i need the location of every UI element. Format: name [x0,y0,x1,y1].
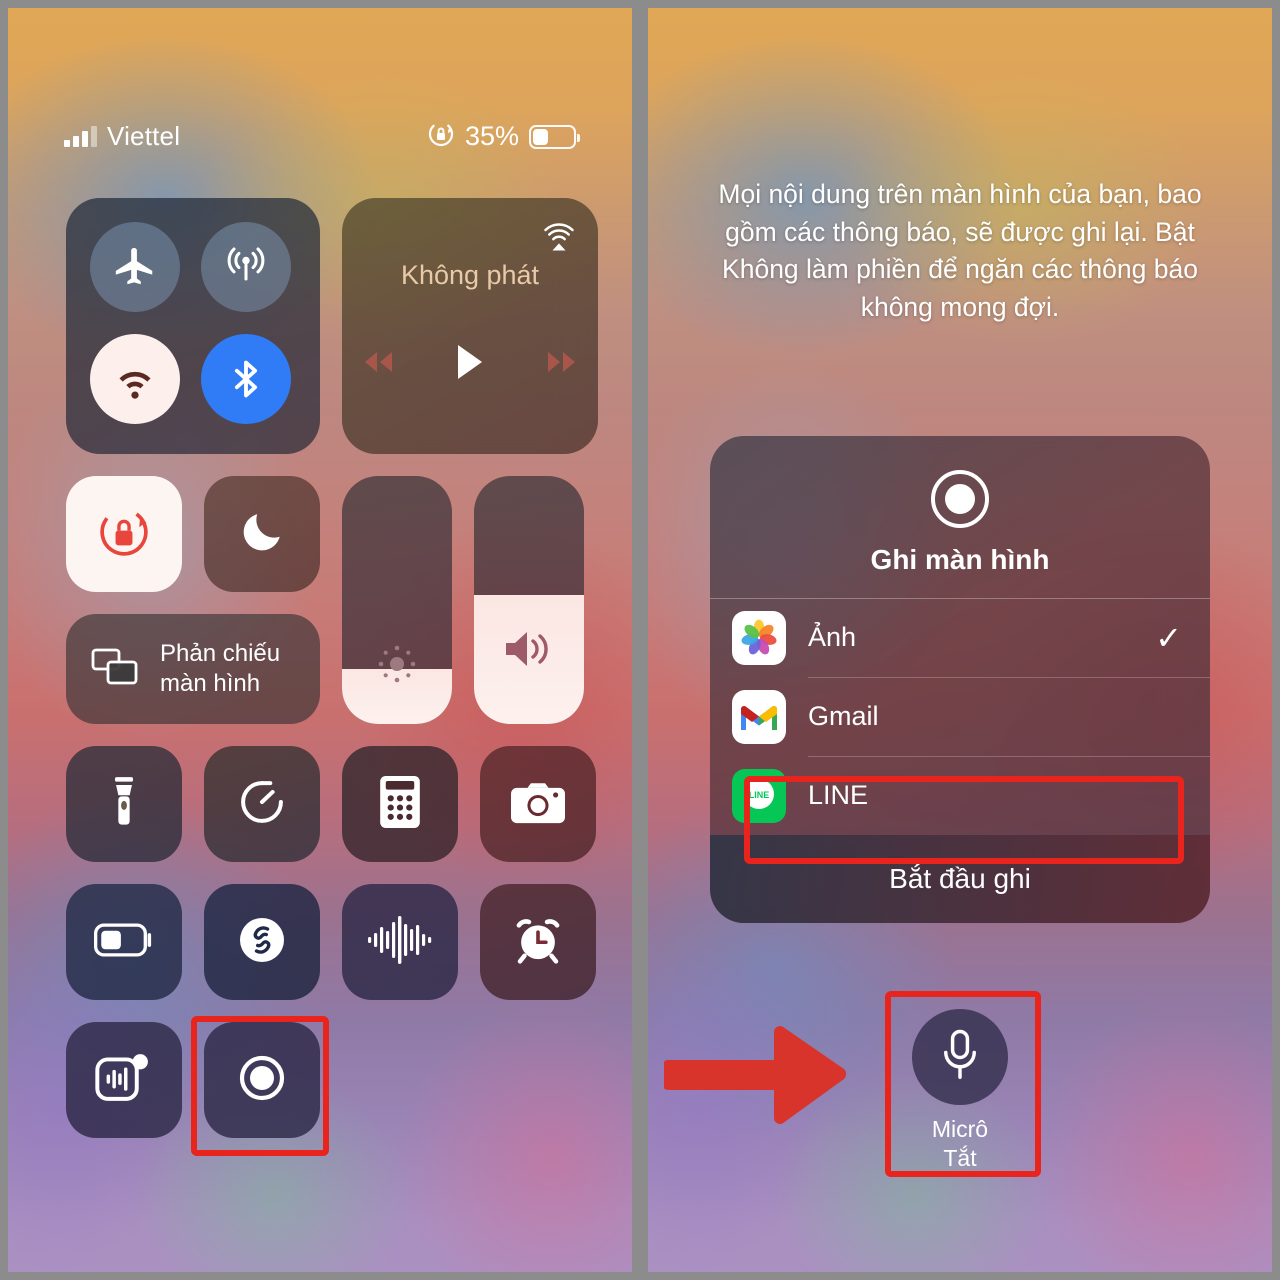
bluetooth-toggle[interactable] [201,334,291,424]
list-item[interactable]: Gmail [710,677,1210,756]
gmail-app-icon [732,689,786,744]
checkmark-icon: ✓ [1155,619,1182,656]
right-arrow-icon [662,1024,850,1131]
carrier-label: Viettel [107,121,181,151]
screen-mirroring-button[interactable]: Phản chiếu màn hình [66,614,320,724]
battery-low-power-icon [94,922,154,962]
screen-record-card: Ghi màn hình Ảnh ✓ Gmail LINE LINE Bắt đ… [710,436,1210,923]
rotation-lock-icon [93,501,155,568]
screen-record-icon [233,1049,291,1112]
rotation-lock-icon [427,120,455,153]
timer-icon [236,776,288,833]
list-item-label: Ảnh [808,622,857,652]
list-item[interactable]: LINE LINE [710,756,1210,835]
camera-icon [511,780,565,829]
screen-record-icon [931,470,989,528]
flashlight-tile[interactable] [66,746,182,862]
media-title: Không phát [400,260,540,290]
sound-recognition-tile[interactable] [66,1022,182,1138]
camera-tile[interactable] [480,746,596,862]
airplane-mode-toggle[interactable] [90,222,180,312]
screen-record-tile[interactable] [204,1022,320,1138]
signal-bars-icon [64,125,97,147]
screen-mirroring-line1: Phản chiếu [160,640,281,668]
waveform-icon [367,914,433,971]
airplay-icon[interactable] [540,216,578,259]
alarm-tile[interactable] [480,884,596,1000]
wifi-icon [112,356,158,402]
line-app-icon: LINE [732,768,786,823]
orientation-lock-toggle[interactable] [66,476,182,592]
moon-icon [237,507,287,562]
timer-tile[interactable] [204,746,320,862]
airplane-icon [112,244,158,290]
calculator-icon [379,775,421,833]
microphone-toggle[interactable] [912,1009,1008,1105]
alarm-clock-icon [511,913,565,972]
list-item[interactable]: Ảnh ✓ [710,598,1210,677]
flashlight-icon [101,776,147,833]
list-item-label: LINE [808,780,869,810]
cellular-data-toggle[interactable] [201,222,291,312]
bluetooth-icon [224,357,268,401]
microphone-label: Micrô Tắt [884,1115,1036,1173]
photos-app-icon [732,610,786,665]
record-card-title: Ghi màn hình [870,544,1050,575]
microphone-label-line2: Tắt [943,1144,977,1171]
sound-recognition-icon [95,1050,153,1111]
status-bar: Viettel 35% [8,120,632,153]
connectivity-module [66,198,320,454]
control-center: Không phát Phản chiếu màn hình [66,198,598,1138]
shazam-icon [234,912,290,973]
brightness-icon [342,638,452,690]
rewind-icon[interactable] [358,349,398,380]
left-phone-screen: Viettel 35% Không phát Phản chiếu màn hì… [8,8,632,1272]
screen-record-hint-text: Mọi nội dung trên màn hình của bạn, bao … [718,179,1202,322]
volume-icon [474,626,584,672]
volume-slider[interactable] [474,476,584,724]
microphone-control[interactable]: Micrô Tắt [884,995,1036,1173]
wifi-toggle[interactable] [90,334,180,424]
shazam-tile[interactable] [204,884,320,1000]
microphone-icon [938,1029,982,1086]
cellular-antenna-icon [222,243,270,291]
calculator-tile[interactable] [342,746,458,862]
battery-icon [529,124,580,149]
do-not-disturb-toggle[interactable] [204,476,320,592]
screenshot-stage: Viettel 35% Không phát Phản chiếu màn hì… [0,0,1280,1280]
screen-mirror-icon [90,645,140,694]
record-card-header: Ghi màn hình [710,436,1210,598]
destination-app-list: Ảnh ✓ Gmail LINE LINE [710,598,1210,835]
battery-percent-label: 35% [464,121,519,151]
low-power-mode-tile[interactable] [66,884,182,1000]
screen-mirroring-label: Phản chiếu màn hình [160,639,280,699]
start-recording-button[interactable]: Bắt đầu ghi [710,835,1210,923]
fast-forward-icon[interactable] [542,349,582,380]
svg-text:LINE: LINE [749,790,770,800]
play-icon[interactable] [454,343,486,386]
media-playback-module[interactable]: Không phát [342,198,598,454]
brightness-slider[interactable] [342,476,452,724]
screen-mirroring-line2: màn hình [160,670,261,697]
microphone-label-line1: Micrô [931,1116,989,1142]
voice-memos-tile[interactable] [342,884,458,1000]
list-item-label: Gmail [808,701,879,731]
